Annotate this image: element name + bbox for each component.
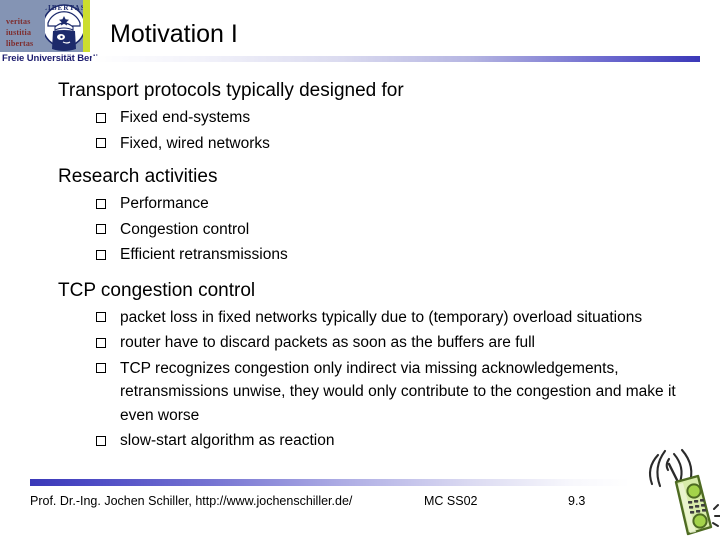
bullet-list: packet loss in fixed networks typically …: [0, 306, 720, 453]
svg-text:LIBERTAS: LIBERTAS: [45, 4, 83, 12]
list-item-text: router have to discard packets as soon a…: [120, 334, 536, 351]
list-item-text: packet loss in fixed networks typically …: [120, 308, 643, 326]
list-item-text: TCP recognizes congestion only indirect …: [120, 359, 676, 424]
list-item-text: Efficient retransmissions: [120, 246, 288, 263]
hollow-square-bullet-icon: [96, 243, 106, 267]
content-group: Research activities Performance Congesti…: [0, 164, 720, 267]
list-item: Performance: [0, 192, 720, 216]
university-seal-icon: LIBERTAS: [45, 0, 83, 52]
slide-header: veritas iustitia libertas LIBERTAS: [0, 0, 720, 70]
logo-motto-line-3: libertas: [6, 39, 34, 48]
list-item-text: Congestion control: [120, 220, 250, 238]
hollow-square-bullet-icon: [96, 218, 106, 242]
logo-accent-bar: [83, 0, 90, 52]
list-item: TCP recognizes congestion only indirect …: [0, 357, 720, 428]
list-item-text: slow-start algorithm as reaction: [120, 432, 335, 449]
content-group: Transport protocols typically designed f…: [0, 78, 720, 155]
page-title: Motivation I: [110, 20, 238, 48]
hollow-square-bullet-icon: [96, 331, 106, 355]
logo-motto: veritas iustitia libertas: [6, 16, 33, 49]
hollow-square-bullet-icon: [96, 106, 106, 130]
mobile-phone-clipart: [612, 437, 720, 537]
hollow-square-bullet-icon: [96, 132, 106, 156]
group-heading: TCP congestion control: [58, 279, 256, 301]
group-heading: Research activities: [58, 166, 218, 187]
header-divider: [92, 56, 700, 62]
slide-body: Transport protocols typically designed f…: [0, 78, 720, 459]
footer-divider: [30, 479, 630, 486]
logo-motto-line-2: iustitia: [6, 28, 32, 37]
list-item: packet loss in fixed networks typically …: [0, 306, 720, 330]
hollow-square-bullet-icon: [96, 306, 106, 330]
list-item-text: Performance: [120, 195, 209, 212]
footer-course-code: MC SS02: [424, 494, 478, 508]
list-item: Congestion control: [0, 218, 720, 242]
bullet-list: Fixed end-systems Fixed, wired networks: [0, 106, 720, 155]
group-heading: Transport protocols typically designed f…: [58, 80, 404, 101]
list-item-text: Fixed end-systems: [120, 109, 251, 126]
footer-page-number: 9.3: [568, 494, 586, 508]
hollow-square-bullet-icon: [96, 429, 106, 453]
hollow-square-bullet-icon: [96, 357, 106, 381]
bullet-list: Performance Congestion control Efficient…: [0, 192, 720, 267]
list-item: Fixed, wired networks: [0, 132, 720, 156]
slide-footer: Prof. Dr.-Ing. Jochen Schiller, http://w…: [0, 494, 720, 514]
list-item: router have to discard packets as soon a…: [0, 331, 720, 355]
list-item: Efficient retransmissions: [0, 243, 720, 267]
university-name: Freie Universität Berlin: [2, 53, 104, 64]
list-item: Fixed end-systems: [0, 106, 720, 130]
fu-berlin-logo: veritas iustitia libertas LIBERTAS: [0, 0, 90, 52]
list-item-text: Fixed, wired networks: [120, 134, 270, 152]
footer-author: Prof. Dr.-Ing. Jochen Schiller, http://w…: [30, 494, 353, 508]
logo-motto-line-1: veritas: [6, 17, 31, 26]
content-group: TCP congestion control packet loss in fi…: [0, 278, 720, 453]
hollow-square-bullet-icon: [96, 192, 106, 216]
